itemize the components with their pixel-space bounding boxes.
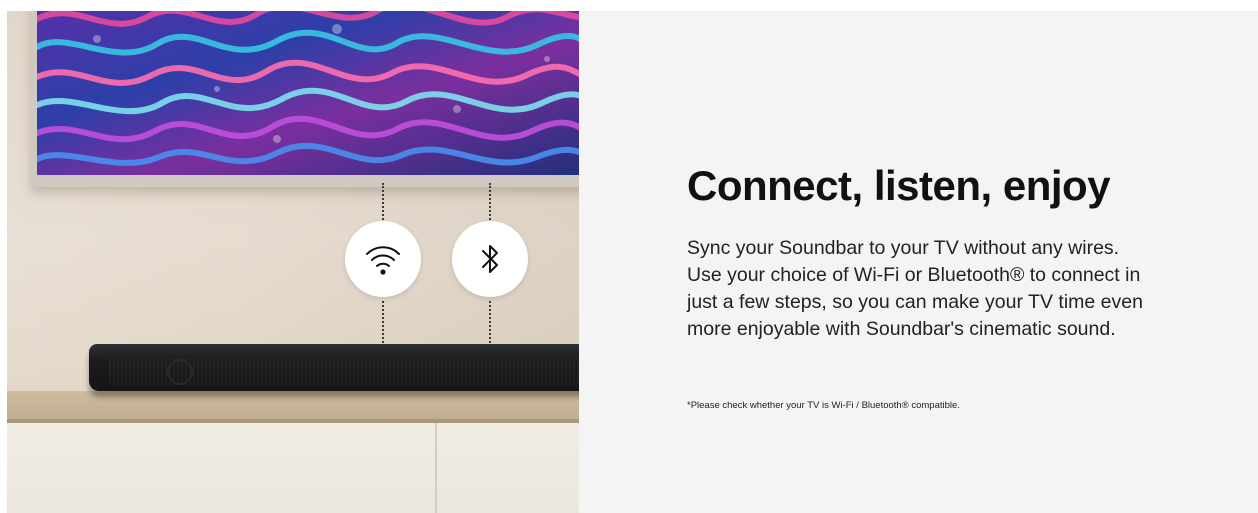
cabinet-door-gap — [435, 423, 437, 513]
connection-line — [489, 183, 491, 223]
connection-line — [382, 183, 384, 223]
headline: Connect, listen, enjoy — [687, 162, 1111, 209]
lifestyle-photo — [7, 11, 579, 513]
body-line: Use your choice of Wi-Fi or Bluetooth® t… — [687, 264, 1141, 286]
bluetooth-icon-badge — [452, 221, 528, 297]
body-line: more enjoyable with Soundbar's cinematic… — [687, 318, 1116, 340]
wifi-icon-badge — [345, 221, 421, 297]
connection-line — [382, 301, 384, 343]
tv-screen — [37, 11, 579, 175]
soundbar — [89, 344, 579, 391]
body-line: just a few steps, so you can make your T… — [687, 291, 1143, 313]
tv-screen-artwork — [37, 11, 579, 175]
text-panel: Connect, listen, enjoy Sync your Soundba… — [579, 11, 1258, 513]
cabinet — [7, 423, 579, 513]
bluetooth-icon — [482, 245, 498, 273]
product-feature-banner: Connect, listen, enjoy Sync your Soundba… — [0, 0, 1258, 513]
connection-line — [489, 301, 491, 343]
disclaimer: *Please check whether your TV is Wi-Fi /… — [687, 400, 960, 411]
body-copy: Sync your Soundbar to your TV without an… — [687, 235, 1167, 343]
shelf — [7, 391, 579, 421]
wifi-icon — [366, 246, 400, 275]
tv — [31, 11, 579, 187]
soundbar-logo-ring — [167, 359, 193, 385]
body-line: Sync your Soundbar to your TV without an… — [687, 237, 1120, 259]
